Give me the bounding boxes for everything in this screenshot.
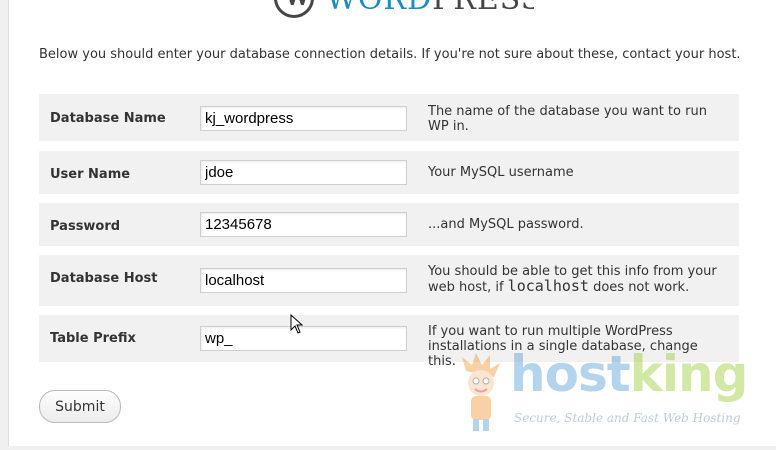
user-name-input[interactable]: [200, 160, 407, 185]
hostking-watermark: hostking Secure, Stable and Fast Web Hos…: [458, 345, 776, 435]
user-name-help: Your MySQL username: [428, 165, 574, 180]
password-label: Password: [50, 219, 121, 234]
intro-text: Below you should enter your database con…: [39, 47, 741, 62]
mouse-cursor-icon: [290, 314, 304, 334]
mascot-icon: [462, 353, 500, 431]
wordpress-logotype: WORDPRESS: [326, 0, 534, 17]
password-input[interactable]: [200, 212, 407, 237]
database-host-input[interactable]: [200, 268, 407, 293]
database-name-label: Database Name: [50, 111, 166, 126]
password-help: ...and MySQL password.: [428, 217, 584, 232]
database-host-help: You should be able to get this info from…: [428, 264, 717, 295]
hostking-logotype: hostking: [510, 345, 748, 403]
row-user-name: User Name Your MySQL username: [39, 151, 739, 194]
database-name-input[interactable]: [200, 106, 407, 131]
database-host-label: Database Host: [50, 271, 158, 286]
database-name-help: The name of the database you want to run…: [428, 104, 707, 134]
localhost-code: localhost: [507, 277, 589, 295]
submit-button[interactable]: Submit: [39, 390, 121, 423]
wordpress-icon: [274, 0, 314, 18]
hostking-tagline: Secure, Stable and Fast Web Hosting: [514, 411, 741, 425]
row-password: Password ...and MySQL password.: [39, 203, 739, 246]
user-name-label: User Name: [50, 167, 131, 182]
wordpress-logo: WORDPRESS: [274, 0, 534, 20]
table-prefix-label: Table Prefix: [50, 331, 136, 346]
row-database-name: Database Name The name of the database y…: [39, 94, 739, 141]
row-database-host: Database Host You should be able to get …: [39, 255, 739, 306]
